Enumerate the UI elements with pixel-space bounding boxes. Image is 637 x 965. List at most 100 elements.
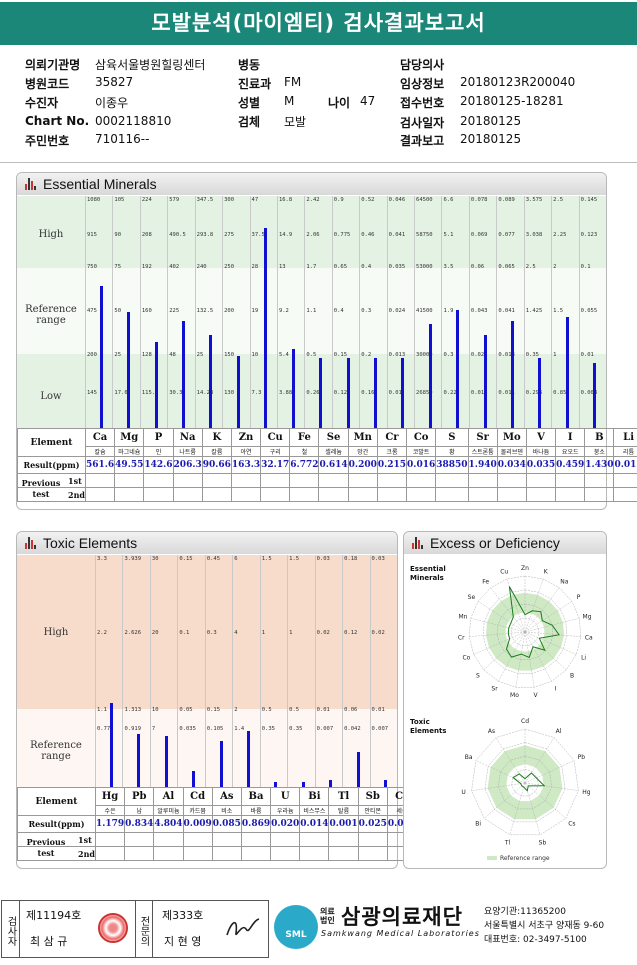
seal-stamp xyxy=(98,913,128,943)
previous-cell xyxy=(211,832,242,847)
scale-value: 1 xyxy=(289,630,293,636)
examinee-value: 이종우 xyxy=(95,96,129,110)
result-bar xyxy=(483,335,487,428)
scale-value: 2.5 xyxy=(553,197,564,203)
age-value: 47 xyxy=(360,94,376,108)
scale-value: 0.4 xyxy=(361,264,372,270)
result-bar xyxy=(247,731,250,787)
scale-value: 19 xyxy=(251,308,259,314)
element-korean-name: 몰리브덴 xyxy=(496,446,527,457)
scale-value: 160 xyxy=(141,308,152,314)
result-value: 0.834 xyxy=(124,815,155,833)
previous-cell xyxy=(240,832,272,847)
element-symbol: Sb xyxy=(357,787,388,806)
element-symbol: Zn xyxy=(230,428,262,447)
previous-cell xyxy=(328,832,359,847)
toxic-radar-chart: Cd Al Pb Hg Cs Sb Tl Bi U Ba As xyxy=(461,718,590,846)
element-symbol: Ba xyxy=(240,787,272,806)
signature-box: 검사자 제11194호 최 삼 규 전문의 제333호 지 현 영 xyxy=(1,900,269,958)
radar-axis-label: Ca xyxy=(585,634,593,641)
element-symbol: Mn xyxy=(347,428,378,447)
scale-value: 1 xyxy=(261,630,266,636)
scale-value: 3.939 xyxy=(124,556,142,562)
scale-value: 200 xyxy=(87,352,97,358)
result-value: 49.55 xyxy=(114,456,145,474)
chart-icon xyxy=(25,537,39,549)
radar-axis-label: Zn xyxy=(521,565,529,572)
scale-value: 1.5 xyxy=(289,556,300,562)
test-date-label: 검사일자 xyxy=(400,116,445,130)
org-english-name: Samkwang Medical Laboratories xyxy=(321,929,480,938)
previous-test-label: Previous test xyxy=(21,478,61,499)
sml-logo-icon: SML xyxy=(274,905,318,949)
previous-cell xyxy=(124,846,155,861)
previous-cell xyxy=(230,473,262,488)
previous-cell xyxy=(201,473,232,488)
chart-icon xyxy=(25,178,39,190)
result-bar xyxy=(181,321,185,428)
examiner-label: 검사자 xyxy=(2,901,20,957)
previous-cell xyxy=(347,473,378,488)
scale-value: 0.9 xyxy=(333,197,344,203)
column-divider xyxy=(414,196,416,428)
scale-value: 1.9 xyxy=(443,308,454,314)
scale-value: 0.16 xyxy=(361,390,375,396)
radar-axis-label: Cr xyxy=(458,634,465,641)
scale-value: 0.01 xyxy=(388,390,402,396)
radar-axis-label: Mn xyxy=(458,613,467,620)
scale-value: 10 xyxy=(251,352,259,358)
previous-cell xyxy=(435,473,469,488)
specialist-number: 제333호 xyxy=(162,909,204,922)
result-value: 90.66 xyxy=(201,456,232,474)
org-address: 서울특별시 서초구 양재동 9-60 xyxy=(484,921,605,931)
radar-axis-label: Tl xyxy=(504,839,511,846)
element-symbol: P xyxy=(143,428,174,447)
scale-value: 145 xyxy=(87,390,97,396)
previous-cell xyxy=(299,832,330,847)
scale-value: 0.055 xyxy=(580,308,598,314)
receipt-value: 20180125-18281 xyxy=(460,94,564,108)
result-value: 0.014 xyxy=(299,815,330,833)
result-bar xyxy=(291,349,295,428)
previous-cell xyxy=(260,487,291,502)
previous-cell xyxy=(406,473,437,488)
essential-radar-label: Essential Minerals xyxy=(410,565,446,582)
result-value: 1.430 xyxy=(584,456,615,474)
scale-value: 30 xyxy=(151,556,159,562)
element-symbol: I xyxy=(555,428,586,447)
previous-cell xyxy=(496,487,527,502)
previous-cell xyxy=(555,487,586,502)
element-symbol: B xyxy=(584,428,615,447)
radar-axis-label: As xyxy=(488,728,495,735)
column-divider xyxy=(232,555,234,787)
clinical-label: 임상정보 xyxy=(400,77,445,91)
rrn-label: 주민번호 xyxy=(25,134,70,148)
column-divider xyxy=(314,555,316,787)
radar-axis-label: Se xyxy=(468,594,476,601)
scale-value: 9.2 xyxy=(278,308,289,314)
scale-value: 1080 xyxy=(87,197,101,203)
dept-label: 진료과 xyxy=(238,77,272,91)
previous-cell xyxy=(318,487,349,502)
legend-text: Reference range xyxy=(500,855,550,862)
institution-value: 삼육서울병원힐링센터 xyxy=(95,58,206,72)
scale-value: 5.1 xyxy=(443,232,454,238)
essential-table: Element Ca Mg P Na K Zn Cu Fe Se Mn Cr Co S Sr Mo V I B Li 칼… xyxy=(17,428,637,502)
scale-value: 0.01 xyxy=(371,707,385,713)
scale-value: 28 xyxy=(251,264,259,270)
column-divider xyxy=(342,555,344,787)
column-divider xyxy=(222,196,224,428)
scale-value: 2.2 xyxy=(97,630,107,636)
result-bar xyxy=(154,342,158,428)
result-value: 561.6 xyxy=(84,456,116,474)
result-bar xyxy=(127,312,131,428)
column-divider xyxy=(468,196,470,428)
scale-value: 3.575 xyxy=(525,197,543,203)
scale-value: 0.775 xyxy=(333,232,351,238)
scale-value: 579 xyxy=(169,197,180,203)
radar-axis-label: I xyxy=(555,685,557,692)
radar-axis-label: Ba xyxy=(465,754,473,761)
scale-value: 2.06 xyxy=(306,232,320,238)
previous-cell xyxy=(584,487,615,502)
legend-swatch xyxy=(487,856,497,860)
